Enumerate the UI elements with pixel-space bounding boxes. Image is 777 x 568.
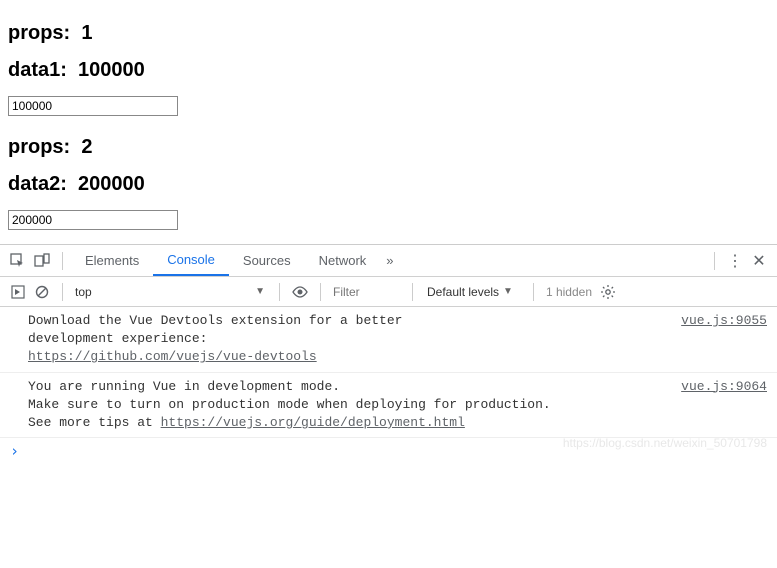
caret-down-icon: ▼ [503, 286, 513, 297]
divider [714, 252, 715, 270]
console-message: vue.js:9055 Download the Vue Devtools ex… [0, 307, 777, 373]
props1-value: 1 [81, 22, 92, 44]
props2-value: 2 [81, 136, 92, 158]
hidden-count[interactable]: 1 hidden [546, 285, 592, 299]
devtools-tab-bar: Elements Console Sources Network » ⋮ ✕ [0, 245, 777, 277]
props2-label: props: [8, 136, 70, 158]
input2[interactable] [8, 210, 178, 230]
divider [320, 283, 321, 301]
data1-label: data1: [8, 59, 67, 81]
tab-console[interactable]: Console [153, 245, 229, 276]
data1-value: 100000 [78, 59, 145, 81]
device-toolbar-icon[interactable] [33, 252, 51, 270]
eye-icon[interactable] [291, 283, 309, 301]
console-toolbar: top ▼ Default levels ▼ 1 hidden [0, 277, 777, 307]
gear-icon[interactable] [599, 283, 617, 301]
message-source-link[interactable]: vue.js:9055 [681, 312, 767, 330]
tab-more[interactable]: » [380, 245, 399, 276]
tab-sources[interactable]: Sources [229, 245, 305, 276]
divider [62, 283, 63, 301]
data2-row: data2: 200000 [8, 173, 769, 196]
inspect-icon[interactable] [9, 252, 27, 270]
filter-input[interactable] [329, 283, 404, 301]
context-selector[interactable]: top ▼ [71, 285, 271, 299]
input1[interactable] [8, 96, 178, 116]
message-text: You are running Vue in development mode. [28, 379, 340, 394]
caret-down-icon: ▼ [255, 286, 265, 297]
message-text: Make sure to turn on production mode whe… [28, 397, 551, 412]
tab-network[interactable]: Network [305, 245, 381, 276]
levels-label: Default levels [427, 285, 499, 299]
data2-value: 200000 [78, 173, 145, 195]
close-icon[interactable]: ✕ [750, 252, 768, 270]
clear-console-icon[interactable] [33, 283, 51, 301]
props2-row: props: 2 [8, 136, 769, 159]
divider [412, 283, 413, 301]
divider [279, 283, 280, 301]
message-link[interactable]: https://vuejs.org/guide/deployment.html [161, 415, 465, 430]
console-prompt[interactable]: › [0, 438, 777, 464]
data2-label: data2: [8, 173, 67, 195]
message-link[interactable]: https://github.com/vuejs/vue-devtools [28, 349, 317, 364]
console-message: vue.js:9064 You are running Vue in devel… [0, 373, 777, 439]
context-label: top [71, 285, 255, 299]
log-levels-selector[interactable]: Default levels ▼ [427, 285, 519, 299]
message-text: development experience: [28, 331, 207, 346]
divider [62, 252, 63, 270]
page-content: props: 1 data1: 100000 props: 2 data2: 2… [0, 0, 777, 244]
divider [533, 283, 534, 301]
props1-label: props: [8, 22, 70, 44]
message-text: Download the Vue Devtools extension for … [28, 313, 402, 328]
devtools-panel: Elements Console Sources Network » ⋮ ✕ t… [0, 244, 777, 464]
message-text: See more tips at [28, 415, 161, 430]
data1-row: data1: 100000 [8, 59, 769, 82]
props1-row: props: 1 [8, 22, 769, 45]
tab-elements[interactable]: Elements [71, 245, 153, 276]
sidebar-toggle-icon[interactable] [9, 283, 27, 301]
message-source-link[interactable]: vue.js:9064 [681, 378, 767, 396]
console-messages: vue.js:9055 Download the Vue Devtools ex… [0, 307, 777, 438]
kebab-menu-icon[interactable]: ⋮ [726, 252, 744, 270]
